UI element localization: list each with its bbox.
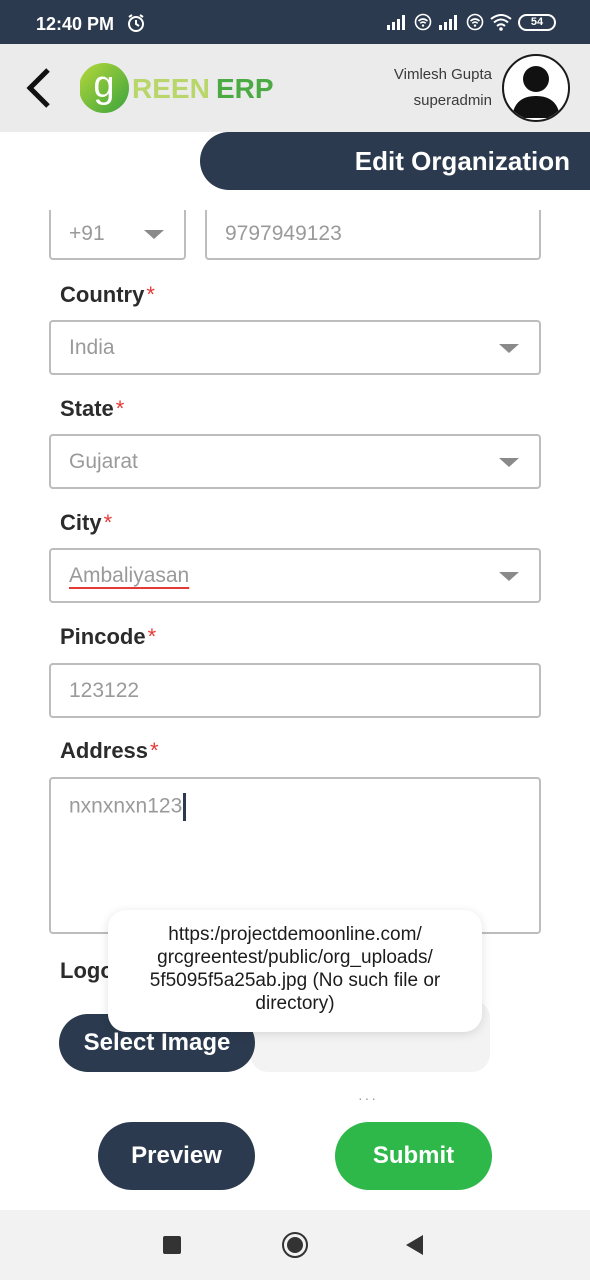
recents-icon[interactable]	[163, 1236, 181, 1254]
state-value: Gujarat	[69, 449, 138, 473]
phone-code-select[interactable]: +91	[49, 210, 186, 260]
chevron-down-icon	[499, 343, 519, 353]
pincode-input[interactable]: 123122	[49, 663, 541, 718]
submit-button[interactable]: Submit	[335, 1122, 492, 1190]
pincode-label: Pincode*	[60, 624, 157, 649]
city-select[interactable]: Ambaliyasan	[49, 548, 541, 603]
chevron-down-icon	[499, 571, 519, 581]
state-label: State*	[60, 396, 125, 421]
alarm-icon	[128, 14, 144, 32]
back-arrow-icon[interactable]	[22, 64, 58, 112]
country-value: India	[69, 335, 115, 359]
phone-number-value: 9797949123	[225, 222, 342, 245]
error-toast: https:/projectdemoonline.com/ grcgreente…	[108, 910, 482, 1032]
page-indicator: ···	[358, 1090, 378, 1106]
avatar[interactable]	[502, 54, 570, 122]
page-title: Edit Organization	[354, 146, 570, 176]
phone-number-input[interactable]: 9797949123	[205, 210, 541, 260]
chevron-down-icon	[499, 457, 519, 467]
required-marker: *	[150, 738, 159, 763]
country-select[interactable]: India	[49, 320, 541, 375]
user-avatar-icon	[512, 66, 560, 118]
app-header: g REEN ERP Vimlesh Gupta superadmin	[0, 44, 590, 132]
back-triangle-icon[interactable]	[406, 1235, 423, 1255]
green-erp-logo: g REEN ERP	[79, 60, 280, 116]
address-value: nxnxnxn123	[69, 794, 183, 818]
wifi-calling-icon	[466, 13, 484, 31]
text-cursor	[183, 793, 187, 821]
city-label: City*	[60, 510, 113, 535]
required-marker: *	[103, 510, 113, 535]
required-marker: *	[147, 624, 157, 649]
wifi-calling-icon	[414, 13, 432, 31]
phone-code-value: +91	[69, 222, 105, 245]
required-marker: *	[115, 396, 125, 421]
logo-text-erp: ERP	[216, 73, 274, 104]
status-time: 12:40 PM	[36, 14, 115, 34]
page-title-tab: Edit Organization	[200, 132, 590, 190]
signal-icon	[439, 15, 457, 30]
logo-text-green: REEN	[132, 73, 210, 104]
signal-icon	[387, 15, 405, 30]
country-label: Country*	[60, 282, 155, 307]
chevron-down-icon	[144, 230, 164, 239]
user-role: superadmin	[413, 92, 492, 109]
city-value: Ambaliyasan	[69, 563, 190, 587]
user-name: Vimlesh Gupta	[393, 66, 492, 83]
required-marker: *	[146, 282, 155, 307]
state-select[interactable]: Gujarat	[49, 434, 541, 489]
system-nav-bar	[0, 1210, 590, 1280]
battery-level: 54	[530, 15, 544, 28]
address-label: Address*	[60, 738, 159, 763]
status-bar: 12:40 PM 54	[0, 0, 590, 44]
screen: 12:40 PM 54 g REEN ERP Vimlesh Gupta sup…	[0, 0, 590, 1280]
toast-message: https:/projectdemoonline.com/ grcgreente…	[149, 924, 441, 1014]
battery-icon: 54	[518, 13, 556, 31]
logo-letter: g	[93, 64, 114, 106]
preview-button[interactable]: Preview	[98, 1122, 255, 1190]
wifi-icon	[490, 14, 512, 31]
home-icon[interactable]	[282, 1232, 308, 1258]
pincode-value: 123122	[69, 678, 140, 702]
status-icons: 54	[386, 13, 556, 31]
logo-label: Logo	[60, 958, 114, 983]
